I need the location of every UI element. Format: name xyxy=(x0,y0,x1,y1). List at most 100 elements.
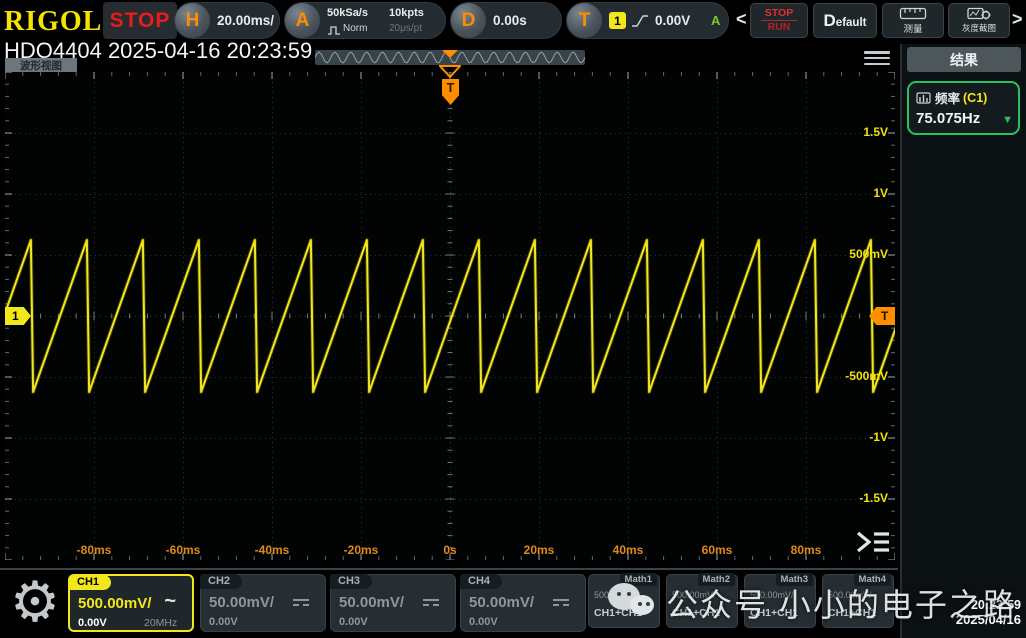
voltage-axis-label: -500mV xyxy=(845,369,888,383)
clock-block: 20:23:59 2025/04/16 xyxy=(956,598,1021,627)
math3-tab: Math3 xyxy=(776,573,813,586)
math-box-2[interactable]: Math2 500.00mV/ CH1+CH1 xyxy=(666,574,738,628)
voltage-axis-label: 1V xyxy=(873,186,888,200)
screen-gear-icon xyxy=(966,7,992,21)
time-axis-label: 0s xyxy=(418,543,482,557)
trigger-position-outline-icon[interactable] xyxy=(439,65,461,78)
stop-run-button[interactable]: STOP RUN xyxy=(750,3,808,38)
trigger-sweep-mode: A xyxy=(711,13,720,28)
ch3-tab: CH3 xyxy=(330,574,372,589)
acquisition-state-badge: STOP xyxy=(103,2,177,39)
chevron-down-icon[interactable]: ▼ xyxy=(1002,114,1013,126)
math-box-3[interactable]: Math3 500.00mV/ CH1+CH1 xyxy=(744,574,816,628)
time-axis-label: -80ms xyxy=(62,543,126,557)
time-axis-label: -60ms xyxy=(151,543,215,557)
ch1-tab: CH1 xyxy=(69,575,111,590)
time-axis-label: 40ms xyxy=(596,543,660,557)
stop-label: STOP xyxy=(765,8,793,19)
math1-expression: CH1+CH1 xyxy=(594,607,642,619)
default-label: Default xyxy=(824,11,867,31)
trigger-settings-button[interactable]: T 1 0.00V A xyxy=(566,2,729,39)
ch3-scale: 50.00mV/ xyxy=(339,594,404,611)
toolbar-prev-arrow[interactable]: < xyxy=(736,9,747,30)
rising-edge-icon xyxy=(630,13,650,29)
measurement-value: 75.075Hz xyxy=(916,110,1011,127)
menu-icon[interactable] xyxy=(864,51,890,65)
delay-settings-button[interactable]: D 0.00s xyxy=(450,2,562,39)
tab-waveform-view[interactable]: 波形视图 xyxy=(5,58,77,72)
voltage-axis-label: 500mV xyxy=(849,247,888,261)
ch2-scale: 50.00mV/ xyxy=(209,594,274,611)
time-axis-label: -20ms xyxy=(329,543,393,557)
measurement-name: 频率 xyxy=(935,88,960,107)
math-box-4[interactable]: Math4 500.00mV/ CH1+CH1 xyxy=(822,574,894,628)
channel-box-ch4[interactable]: CH4 50.00mV/ 0.00V xyxy=(460,574,586,632)
voltage-axis-label: 1.5V xyxy=(863,125,888,139)
footer-divider xyxy=(0,568,898,570)
acquire-mode: Norm xyxy=(343,23,367,34)
capture-button[interactable]: 灰度截图 xyxy=(948,3,1010,38)
ch1-offset: 0.00V xyxy=(78,617,107,629)
channel-box-ch1[interactable]: CH1 500.00mV/ ~ 0.00V 20MHz xyxy=(68,574,194,632)
math2-tab: Math2 xyxy=(698,573,735,586)
oscilloscope-screen: RIGOL STOP H 20.00ms/ A 50kSa/s 10kpts N… xyxy=(0,0,1026,638)
ch2-offset: 0.00V xyxy=(209,616,238,628)
channel-box-ch3[interactable]: CH3 50.00mV/ 0.00V xyxy=(330,574,456,632)
toolbar-next-arrow[interactable]: > xyxy=(1012,9,1023,30)
measurement-card-frequency[interactable]: 频率 (C1) 75.075Hz ▼ xyxy=(907,81,1020,135)
ch4-offset: 0.00V xyxy=(469,616,498,628)
math1-scale: 500.00mV/ xyxy=(594,590,638,600)
math2-scale: 500.00mV/ xyxy=(672,590,716,600)
delay-key: D xyxy=(451,3,486,38)
measure-button[interactable]: 测量 xyxy=(882,3,944,38)
time-per-point: 20μs/pt xyxy=(389,23,422,34)
math2-expression: CH1+CH1 xyxy=(672,607,720,619)
memory-depth: 10kpts xyxy=(389,7,424,19)
capture-label: 灰度截图 xyxy=(962,22,996,34)
waveform-graticule: T 1 T -80ms-60ms-40ms-20ms0s20ms40ms60ms… xyxy=(5,72,895,560)
overview-trigger-pointer-icon[interactable] xyxy=(442,50,458,58)
trigger-source-badge: 1 xyxy=(609,12,626,29)
dc-coupling-icon xyxy=(293,599,309,606)
record-overview-bar[interactable] xyxy=(315,50,585,65)
ch1-bandwidth: 20MHz xyxy=(144,617,177,629)
trigger-level-value: 0.00V xyxy=(655,13,690,28)
math4-tab: Math4 xyxy=(854,573,891,586)
math3-scale: 500.00mV/ xyxy=(750,590,794,600)
math1-tab: Math1 xyxy=(620,573,657,586)
horizontal-scale-value: 20.00ms/ xyxy=(217,13,274,28)
trigger-key: T xyxy=(567,3,602,38)
clock-time: 20:23:59 xyxy=(956,598,1021,612)
grid-and-trace xyxy=(5,72,895,560)
acquire-key: A xyxy=(285,3,320,38)
math-box-1[interactable]: Math1 500.00mV/ CH1+CH1 xyxy=(588,574,660,628)
square-wave-icon xyxy=(327,24,341,36)
time-axis-label: 20ms xyxy=(507,543,571,557)
acquire-settings-button[interactable]: A 50kSa/s 10kpts Norm 20μs/pt xyxy=(284,2,446,39)
measure-label: 测量 xyxy=(903,21,922,35)
ac-coupling-icon: ~ xyxy=(164,590,176,613)
math4-scale: 500.00mV/ xyxy=(828,590,872,600)
delay-value: 0.00s xyxy=(493,13,527,28)
measurement-icon xyxy=(916,92,932,104)
ruler-icon xyxy=(899,7,927,20)
time-axis-label: -40ms xyxy=(240,543,304,557)
results-header: 结果 xyxy=(907,47,1021,72)
ch3-offset: 0.00V xyxy=(339,616,368,628)
expand-menu-icon[interactable] xyxy=(853,528,893,556)
gear-logo-icon: ⚙ xyxy=(4,570,66,634)
measurement-source: (C1) xyxy=(963,91,987,105)
time-axis-label: 60ms xyxy=(685,543,749,557)
ch2-tab: CH2 xyxy=(200,574,242,589)
dc-coupling-icon xyxy=(423,599,439,606)
ch1-scale: 500.00mV/ xyxy=(78,595,151,612)
voltage-axis-label: -1.5V xyxy=(859,491,888,505)
rigol-logo: RIGOL xyxy=(4,6,102,38)
sample-rate: 50kSa/s xyxy=(327,7,368,19)
clock-date: 2025/04/16 xyxy=(956,612,1021,627)
channel-box-ch2[interactable]: CH2 50.00mV/ 0.00V xyxy=(200,574,326,632)
results-panel: 结果 频率 (C1) 75.075Hz ▼ xyxy=(900,44,1026,638)
default-button[interactable]: Default xyxy=(813,3,877,38)
math3-expression: CH1+CH1 xyxy=(750,607,798,619)
horizontal-settings-button[interactable]: H 20.00ms/ xyxy=(174,2,280,39)
